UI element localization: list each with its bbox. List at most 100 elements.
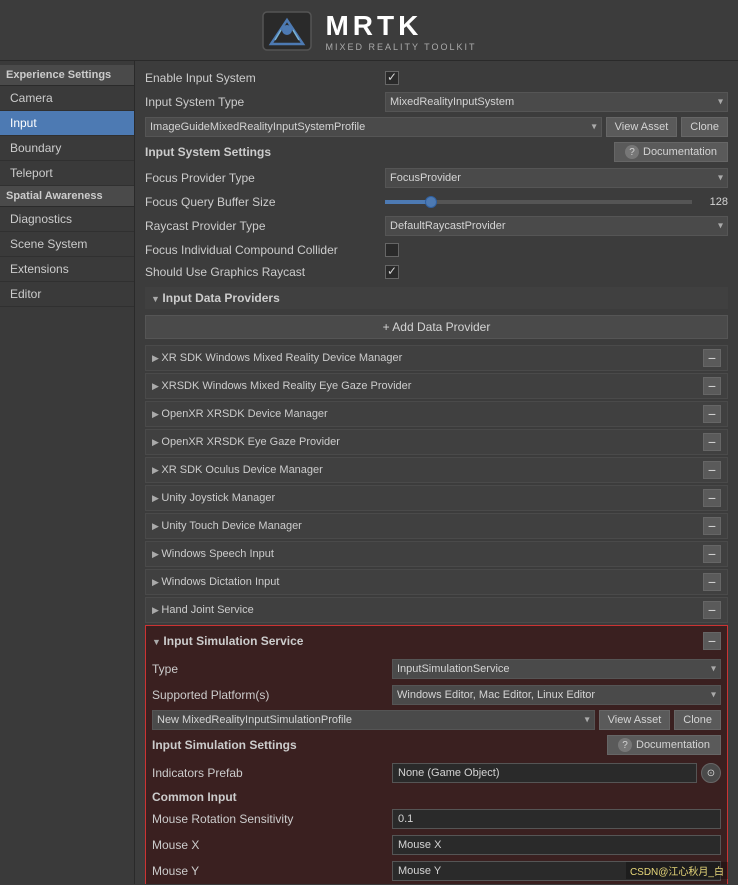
raycast-provider-type-label: Raycast Provider Type bbox=[145, 219, 385, 233]
supported-platforms-dropdown[interactable]: Windows Editor, Mac Editor, Linux Editor bbox=[392, 685, 721, 705]
focus-provider-type-dropdown-wrapper: FocusProvider bbox=[385, 168, 728, 188]
simulation-documentation-button[interactable]: Documentation bbox=[607, 735, 721, 755]
raycast-provider-type-row: Raycast Provider Type DefaultRaycastProv… bbox=[145, 213, 728, 239]
provider-minus-3[interactable]: − bbox=[703, 433, 721, 451]
input-simulation-settings-row: Input Simulation Settings Documentation bbox=[152, 732, 721, 758]
app-title: MRTK bbox=[325, 10, 476, 42]
simulation-type-dropdown[interactable]: InputSimulationService bbox=[392, 659, 721, 679]
app-header: MRTK MIXED REALITY TOOLKIT bbox=[0, 0, 738, 61]
sidebar-section-spatial: Spatial Awareness bbox=[0, 186, 134, 207]
focus-provider-type-value: FocusProvider bbox=[385, 168, 728, 188]
simulation-type-value: InputSimulationService bbox=[392, 659, 721, 679]
slider-container: 128 bbox=[385, 196, 728, 208]
sidebar-item-scene-system[interactable]: Scene System bbox=[0, 232, 134, 257]
provider-item-label-2: OpenXR XRSDK Device Manager bbox=[152, 408, 703, 420]
mrtk-logo bbox=[261, 8, 313, 54]
input-data-providers-header[interactable]: Input Data Providers bbox=[145, 287, 728, 309]
view-asset-button[interactable]: View Asset bbox=[606, 117, 678, 137]
simulation-profile-dropdown[interactable]: New MixedRealityInputSimulationProfile bbox=[152, 710, 595, 730]
provider-item-5[interactable]: Unity Joystick Manager − bbox=[145, 485, 728, 511]
simulation-section-minus[interactable]: − bbox=[703, 632, 721, 650]
indicators-prefab-row: Indicators Prefab None (Game Object) ⊙ bbox=[152, 760, 721, 786]
clone-button[interactable]: Clone bbox=[681, 117, 728, 137]
provider-item-6[interactable]: Unity Touch Device Manager − bbox=[145, 513, 728, 539]
simulation-type-dropdown-wrapper: InputSimulationService bbox=[392, 659, 721, 679]
input-system-type-value: MixedRealityInputSystem bbox=[385, 92, 728, 112]
content-area: Enable Input System Input System Type Mi… bbox=[135, 61, 738, 884]
should-use-graphics-raycast-row: Should Use Graphics Raycast bbox=[145, 261, 728, 283]
provider-item-label-1: XRSDK Windows Mixed Reality Eye Gaze Pro… bbox=[152, 380, 703, 392]
should-use-graphics-raycast-label: Should Use Graphics Raycast bbox=[145, 265, 385, 279]
should-use-graphics-raycast-value bbox=[385, 265, 728, 279]
provider-minus-2[interactable]: − bbox=[703, 405, 721, 423]
mouse-rotation-sensitivity-row: Mouse Rotation Sensitivity bbox=[152, 806, 721, 832]
raycast-provider-type-value: DefaultRaycastProvider bbox=[385, 216, 728, 236]
provider-item-label-8: Windows Dictation Input bbox=[152, 576, 703, 588]
sidebar-item-editor[interactable]: Editor bbox=[0, 282, 134, 307]
provider-item-0[interactable]: XR SDK Windows Mixed Reality Device Mana… bbox=[145, 345, 728, 371]
mouse-rotation-sensitivity-label: Mouse Rotation Sensitivity bbox=[152, 812, 392, 826]
mouse-rotation-sensitivity-value bbox=[392, 809, 721, 829]
add-data-provider-button[interactable]: + Add Data Provider bbox=[145, 315, 728, 339]
provider-item-label-3: OpenXR XRSDK Eye Gaze Provider bbox=[152, 436, 703, 448]
provider-minus-4[interactable]: − bbox=[703, 461, 721, 479]
sidebar-item-input[interactable]: Input bbox=[0, 111, 134, 136]
main-layout: Experience Settings Camera Input Boundar… bbox=[0, 61, 738, 884]
provider-item-4[interactable]: XR SDK Oculus Device Manager − bbox=[145, 457, 728, 483]
simulation-type-row: Type InputSimulationService bbox=[152, 656, 721, 682]
simulation-profile-dropdown-wrapper: New MixedRealityInputSimulationProfile bbox=[152, 710, 595, 730]
simulation-view-asset-button[interactable]: View Asset bbox=[599, 710, 671, 730]
should-use-graphics-raycast-checkbox[interactable] bbox=[385, 265, 399, 279]
provider-minus-5[interactable]: − bbox=[703, 489, 721, 507]
provider-item-8[interactable]: Windows Dictation Input − bbox=[145, 569, 728, 595]
provider-item-label-0: XR SDK Windows Mixed Reality Device Mana… bbox=[152, 352, 703, 364]
sidebar-item-diagnostics[interactable]: Diagnostics bbox=[0, 207, 134, 232]
provider-item-label-9: Hand Joint Service bbox=[152, 604, 703, 616]
provider-minus-7[interactable]: − bbox=[703, 545, 721, 563]
provider-minus-6[interactable]: − bbox=[703, 517, 721, 535]
sidebar-item-teleport[interactable]: Teleport bbox=[0, 161, 134, 186]
provider-item-2[interactable]: OpenXR XRSDK Device Manager − bbox=[145, 401, 728, 427]
simulation-section-header: Input Simulation Service − bbox=[152, 630, 721, 652]
simulation-type-label: Type bbox=[152, 662, 392, 676]
sidebar-item-boundary[interactable]: Boundary bbox=[0, 136, 134, 161]
supported-platforms-row: Supported Platform(s) Windows Editor, Ma… bbox=[152, 682, 721, 708]
slider-value: 128 bbox=[698, 196, 728, 208]
input-system-type-row: Input System Type MixedRealityInputSyste… bbox=[145, 89, 728, 115]
input-simulation-settings-label: Input Simulation Settings bbox=[152, 738, 607, 752]
input-system-type-dropdown-wrapper: MixedRealityInputSystem bbox=[385, 92, 728, 112]
mouse-x-input[interactable] bbox=[392, 835, 721, 855]
enable-input-system-checkbox[interactable] bbox=[385, 71, 399, 85]
focus-individual-compound-collider-value bbox=[385, 243, 728, 257]
profile-dropdown[interactable]: ImageGuideMixedRealityInputSystemProfile bbox=[145, 117, 602, 137]
sidebar-item-extensions[interactable]: Extensions bbox=[0, 257, 134, 282]
provider-item-1[interactable]: XRSDK Windows Mixed Reality Eye Gaze Pro… bbox=[145, 373, 728, 399]
provider-minus-0[interactable]: − bbox=[703, 349, 721, 367]
documentation-button[interactable]: Documentation bbox=[614, 142, 728, 162]
provider-minus-9[interactable]: − bbox=[703, 601, 721, 619]
enable-input-system-row: Enable Input System bbox=[145, 67, 728, 89]
provider-item-9[interactable]: Hand Joint Service − bbox=[145, 597, 728, 623]
input-system-settings-value: Documentation bbox=[385, 142, 728, 162]
input-system-type-dropdown[interactable]: MixedRealityInputSystem bbox=[385, 92, 728, 112]
raycast-provider-type-dropdown[interactable]: DefaultRaycastProvider bbox=[385, 216, 728, 236]
focus-provider-type-dropdown[interactable]: FocusProvider bbox=[385, 168, 728, 188]
slider-thumb bbox=[425, 196, 437, 208]
simulation-section-title: Input Simulation Service bbox=[152, 634, 703, 648]
enable-input-system-value bbox=[385, 71, 728, 85]
provider-item-3[interactable]: OpenXR XRSDK Eye Gaze Provider − bbox=[145, 429, 728, 455]
focus-query-buffer-size-row: Focus Query Buffer Size 128 bbox=[145, 191, 728, 213]
mouse-x-row: Mouse X bbox=[152, 832, 721, 858]
focus-provider-type-label: Focus Provider Type bbox=[145, 171, 385, 185]
provider-item-7[interactable]: Windows Speech Input − bbox=[145, 541, 728, 567]
focus-individual-compound-collider-checkbox[interactable] bbox=[385, 243, 399, 257]
sidebar-item-camera[interactable]: Camera bbox=[0, 86, 134, 111]
profile-dropdown-wrapper: ImageGuideMixedRealityInputSystemProfile bbox=[145, 117, 602, 137]
sidebar-section-experience: Experience Settings bbox=[0, 65, 134, 86]
indicators-prefab-circle-button[interactable]: ⊙ bbox=[701, 763, 721, 783]
mouse-rotation-sensitivity-input[interactable] bbox=[392, 809, 721, 829]
simulation-clone-button[interactable]: Clone bbox=[674, 710, 721, 730]
provider-minus-1[interactable]: − bbox=[703, 377, 721, 395]
focus-query-buffer-size-slider[interactable] bbox=[385, 200, 692, 204]
provider-minus-8[interactable]: − bbox=[703, 573, 721, 591]
